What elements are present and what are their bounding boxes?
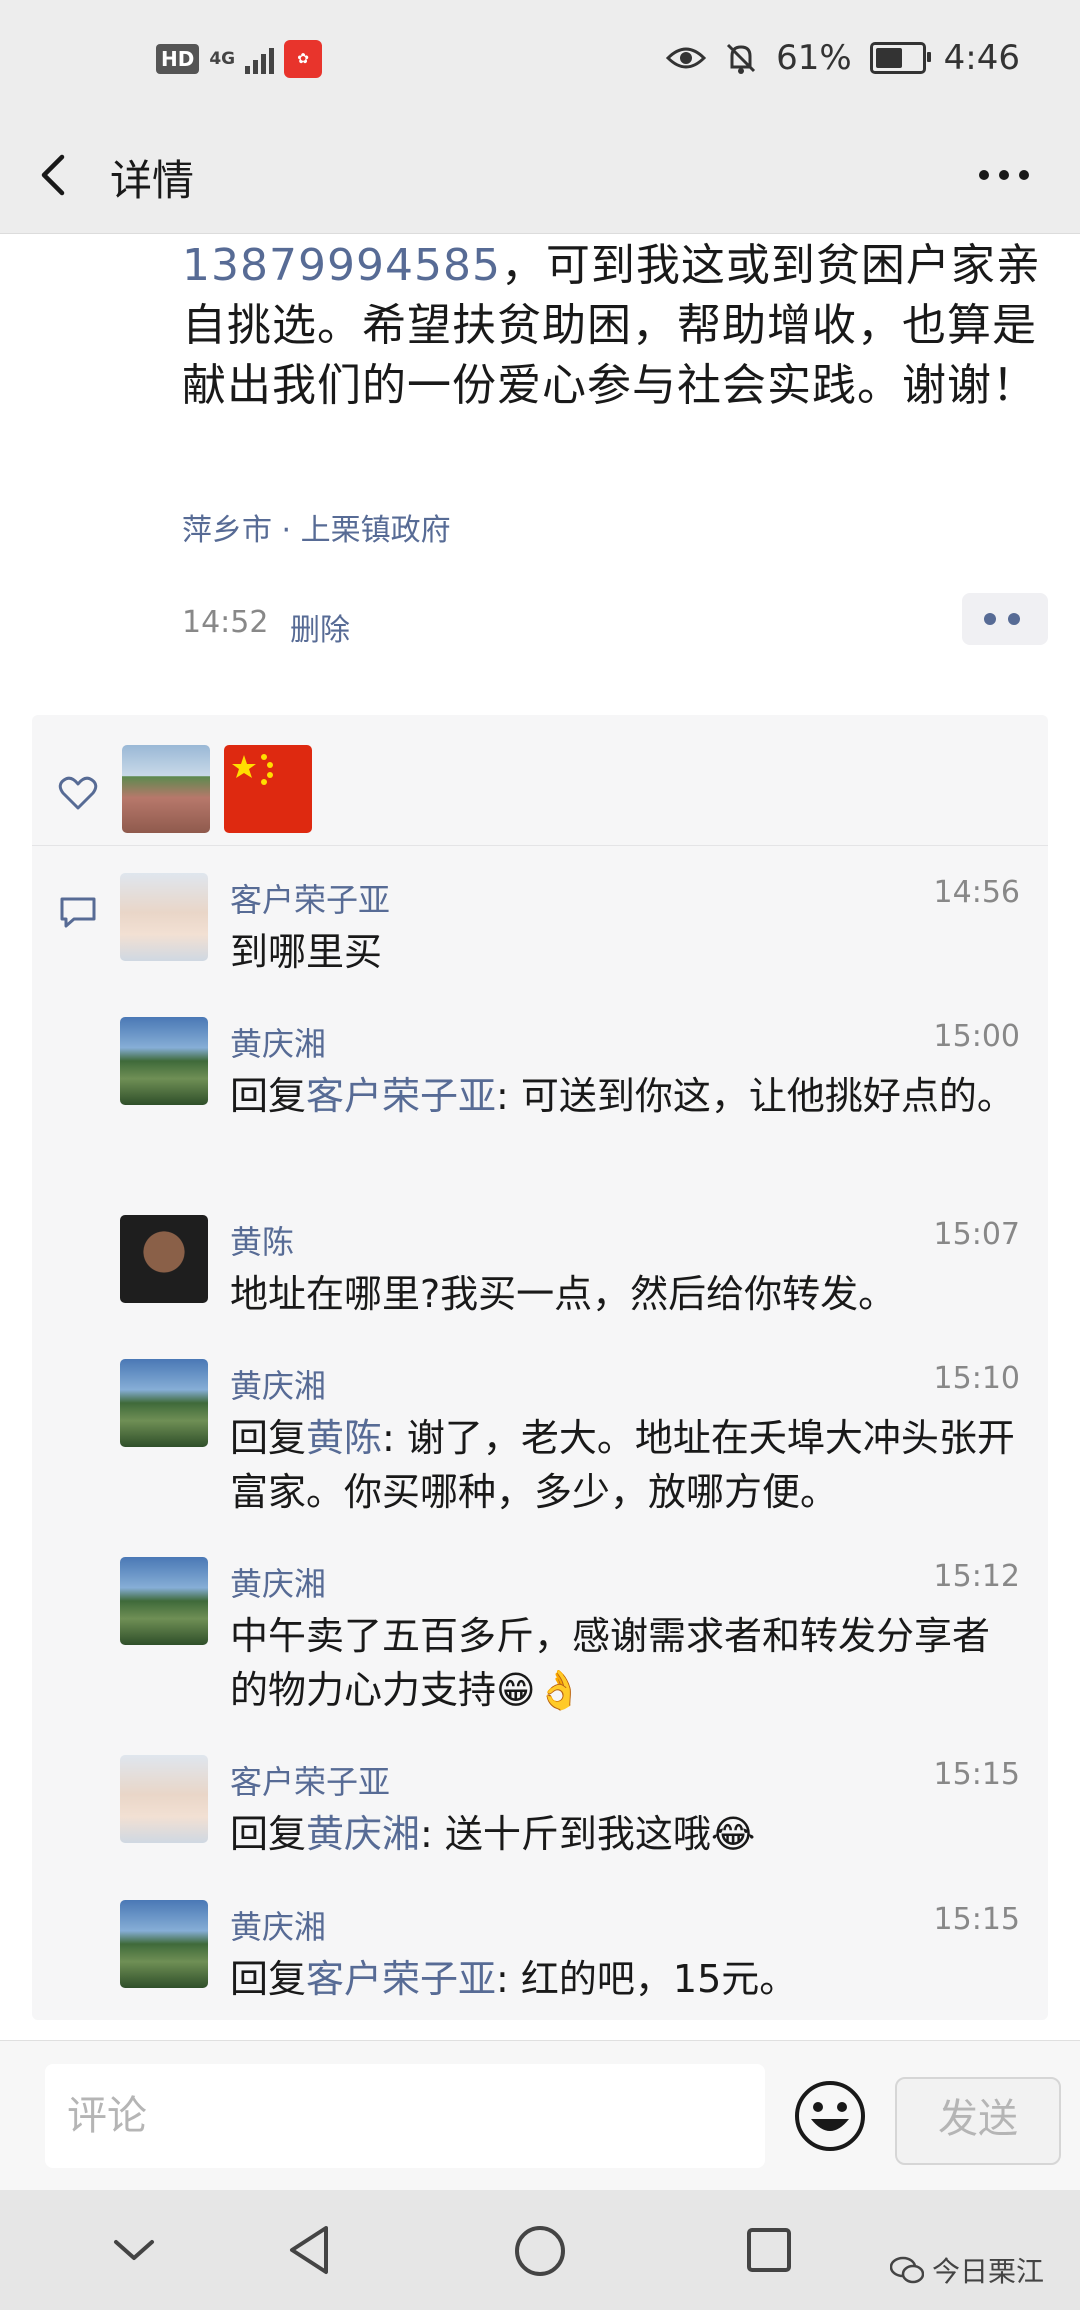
commenter-avatar[interactable] [120,1215,208,1303]
commenter-avatar[interactable] [120,1017,208,1105]
comment-item[interactable]: 黄庆湘 15:15 回复客户荣子亚: 红的吧，15元。 [120,1900,1020,2001]
comment-text: 回复客户荣子亚: 红的吧，15元。 [230,1952,1020,2006]
likes-row [32,715,1048,846]
clock: 4:46 [943,38,1020,78]
delete-button[interactable]: 删除 [290,605,350,649]
wechat-logo-icon [889,2256,924,2284]
comment-time: 14:56 [933,875,1020,910]
commenter-name[interactable]: 黄庆湘 [230,1902,326,1948]
phone-number-link[interactable]: 13879994585 [182,240,501,291]
liker-avatar[interactable] [224,745,312,833]
top-bar: 详情 [0,125,1080,234]
app-notification-icon: ✿ [284,40,323,78]
triangle-back-icon[interactable] [286,2224,332,2276]
battery-percent: 61% [776,38,852,78]
comment-text: 回复黄庆湘: 送十斤到我这哦😂 [230,1807,1020,1861]
comment-body: : 送十斤到我这哦 [420,1812,711,1856]
status-bar: HD 4G ✿ 61% 4:46 [0,0,1080,125]
commenter-name[interactable]: 黄陈 [230,1217,294,1263]
comment-item[interactable]: 黄庆湘 15:10 回复黄陈: 谢了，老大。地址在夭埠大冲头张开富家。你买哪种，… [120,1359,1020,1519]
commenter-name[interactable]: 客户荣子亚 [230,875,390,921]
commenter-avatar[interactable] [120,1557,208,1645]
comment-input-bar: 发送 [0,2040,1080,2191]
commenter-avatar[interactable] [120,873,208,961]
send-button[interactable]: 发送 [895,2077,1061,2165]
comment-bubble-icon [60,897,96,928]
eye-icon [666,47,707,69]
comment-body: 中午卖了五百多斤，感谢需求者和转发分享者的物力心力支持 [230,1614,991,1712]
system-nav-bar: 今日栗江 [0,2190,1080,2310]
commenter-avatar[interactable] [120,1359,208,1447]
status-left: HD 4G ✿ [156,40,323,78]
flag-stars-icon [232,754,273,785]
comment-text: 中午卖了五百多斤，感谢需求者和转发分享者的物力心力支持😁👌 [230,1609,1020,1717]
status-right: 61% 4:46 [666,38,1020,78]
hd-badge: HD [156,44,200,74]
reply-to-name[interactable]: 客户荣子亚 [306,1074,496,1118]
comment-body: : 红的吧，15元。 [496,1957,798,2001]
comment-time: 15:10 [933,1361,1020,1396]
comment-item[interactable]: 客户荣子亚 14:56 到哪里买 [120,873,1020,974]
reply-to-name[interactable]: 客户荣子亚 [306,1957,496,2001]
comment-text: 到哪里买 [230,930,383,974]
reply-to-name[interactable]: 黄庆湘 [306,1812,420,1856]
network-type: 4G [209,48,236,69]
commenter-name[interactable]: 客户荣子亚 [230,1757,390,1803]
page-title: 详情 [110,156,195,205]
likes-comments-panel: 客户荣子亚 14:56 到哪里买 黄庆湘 15:00 回复客户荣子亚: 可送到你… [32,715,1048,2020]
liker-avatar[interactable] [122,745,210,833]
comment-text: 地址在哪里?我买一点，然后给你转发。 [230,1272,897,1316]
commenter-name[interactable]: 黄庆湘 [230,1019,326,1065]
battery-icon [869,42,931,74]
comment-time: 15:00 [933,1019,1020,1054]
comment-item[interactable]: 客户荣子亚 15:15 回复黄庆湘: 送十斤到我这哦😂 [120,1755,1020,1856]
grin-ok-emoji-icon: 😁👌 [496,1668,583,1712]
comment-body: : 可送到你这，让他挑好点的。 [496,1074,1015,1118]
comment-text: 回复黄陈: 谢了，老大。地址在夭埠大冲头张开富家。你买哪种，多少，放哪方便。 [230,1411,1020,1519]
commenter-avatar[interactable] [120,1900,208,1988]
comment-time: 15:15 [933,1902,1020,1937]
comment-item[interactable]: 黄陈 15:07 地址在哪里?我买一点，然后给你转发。 [120,1215,1020,1316]
signal-icon [245,44,275,74]
more-dots-icon[interactable] [978,165,1030,185]
heart-icon [58,776,98,810]
chevron-down-icon[interactable] [112,2236,156,2264]
comment-item[interactable]: 黄庆湘 15:12 中午卖了五百多斤，感谢需求者和转发分享者的物力心力支持😁👌 [120,1557,1020,1717]
circle-home-icon[interactable] [513,2224,567,2278]
post-content: 13879994585，可到我这或到贫困户家亲自挑选。希望扶贫助困，帮助增收，也… [182,236,1042,416]
comment-item[interactable]: 黄庆湘 15:00 回复客户荣子亚: 可送到你这，让他挑好点的。 [120,1017,1020,1177]
post-time: 14:52 [182,605,269,640]
commenter-name[interactable]: 黄庆湘 [230,1361,326,1407]
reply-prefix: 回复 [230,1957,307,2001]
emoji-smile-icon[interactable] [793,2079,867,2153]
commenter-avatar[interactable] [120,1755,208,1843]
reply-prefix: 回复 [230,1416,307,1460]
comment-time: 15:12 [933,1559,1020,1594]
post-location[interactable]: 萍乡市 · 上栗镇政府 [182,505,451,549]
reply-to-name[interactable]: 黄陈 [306,1416,382,1460]
reply-prefix: 回复 [230,1812,307,1856]
comment-input[interactable] [45,2064,765,2168]
comment-time: 15:07 [933,1217,1020,1252]
back-arrow-icon[interactable] [32,145,82,205]
comment-text: 回复客户荣子亚: 可送到你这，让他挑好点的。 [230,1069,1020,1123]
reply-prefix: 回复 [230,1074,307,1118]
mute-bell-icon [727,43,756,74]
commenter-name[interactable]: 黄庆湘 [230,1559,326,1605]
post-actions-button[interactable] [962,593,1048,645]
comment-time: 15:15 [933,1757,1020,1792]
watermark: 今日栗江 [889,2250,1044,2290]
watermark-text: 今日栗江 [931,2255,1044,2288]
square-recent-icon[interactable] [745,2226,793,2274]
tears-of-joy-emoji-icon: 😂 [710,1812,756,1856]
